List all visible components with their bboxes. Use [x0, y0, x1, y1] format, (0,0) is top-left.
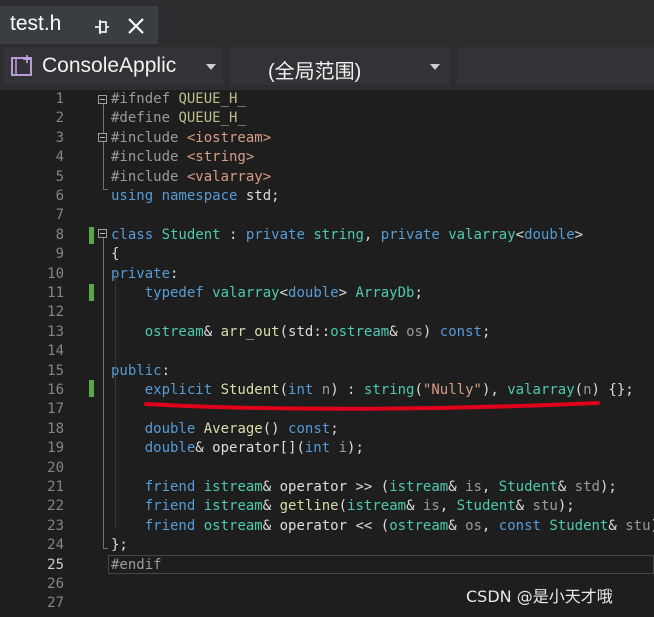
tab-bar: test.h: [0, 0, 654, 44]
navigation-bar: ConsoleApplic (全局范围): [0, 44, 654, 90]
code-editor[interactable]: 1 2 3 4 5 6 7 8 9 10 11 12 13 14 15 16 17 18 19 20 21 22 23 24 2…: [0, 90, 654, 617]
project-label: ConsoleApplic: [42, 54, 177, 77]
project-icon: [11, 55, 32, 76]
scope-dropdown[interactable]: (全局范围): [230, 47, 450, 85]
chevron-down-icon[interactable]: [206, 64, 216, 70]
close-icon[interactable]: [126, 16, 146, 36]
watermark: CSDN @是小天才哦: [466, 587, 613, 606]
tab-title: test.h: [10, 12, 62, 35]
member-dropdown[interactable]: [457, 47, 654, 85]
project-dropdown[interactable]: ConsoleApplic: [4, 47, 223, 85]
pin-icon[interactable]: [93, 18, 111, 36]
red-underline-annotation: [144, 401, 600, 411]
scope-label: (全局范围): [268, 61, 362, 83]
tab-test-h[interactable]: test.h: [0, 6, 158, 44]
chevron-down-icon[interactable]: [430, 64, 440, 70]
